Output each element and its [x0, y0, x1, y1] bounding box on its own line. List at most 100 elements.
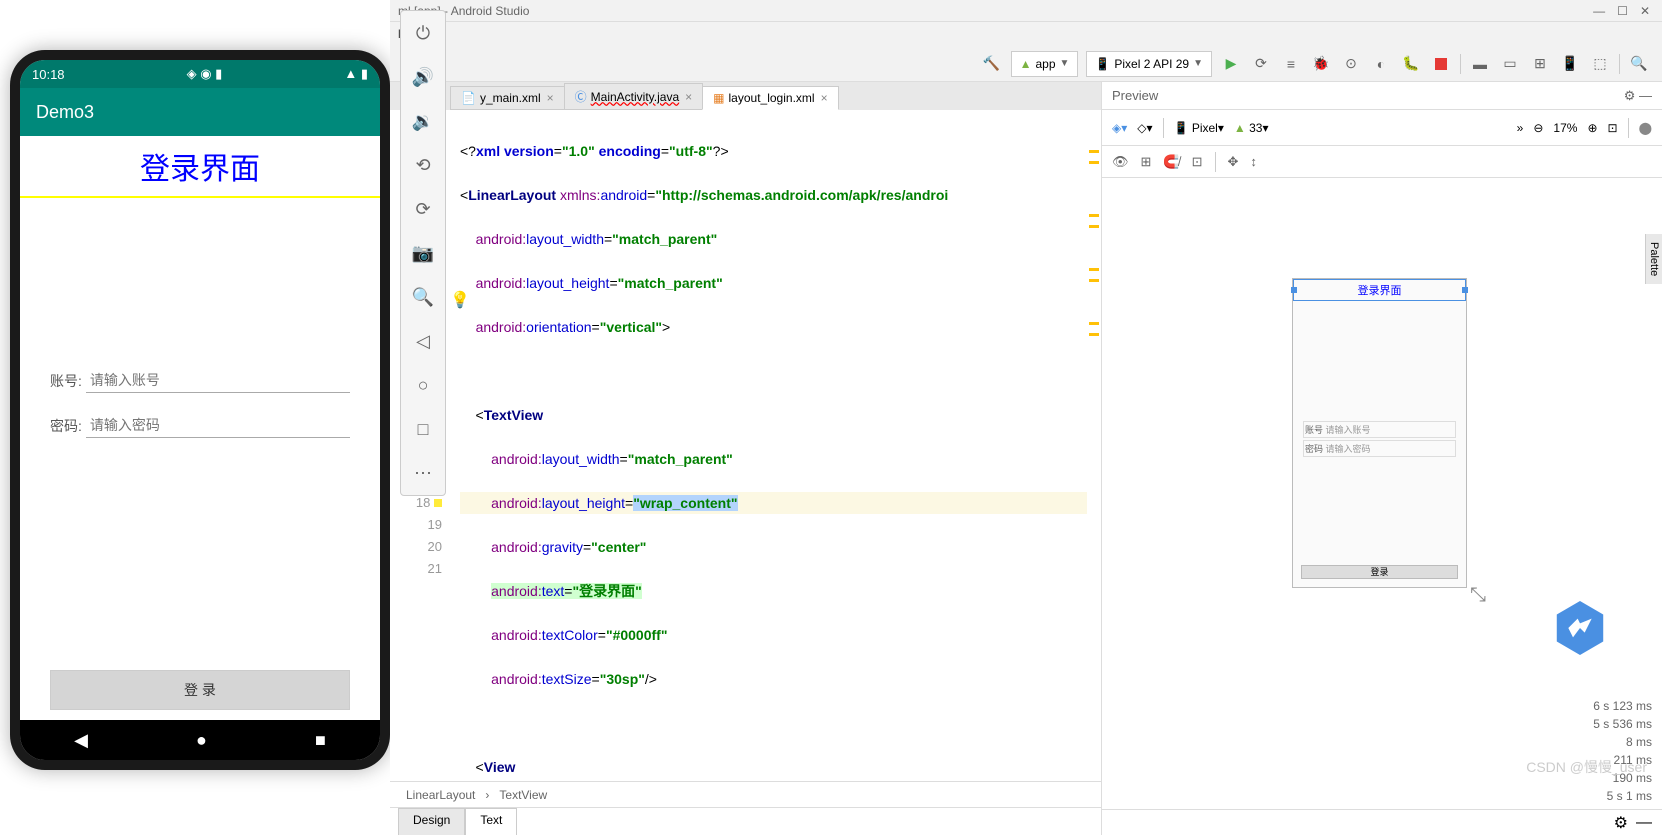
autoconnect-icon[interactable]: 🧲̸ [1163, 154, 1179, 170]
camera-icon[interactable]: 📷 [409, 239, 437, 267]
tab-label: y_main.xml [480, 91, 541, 105]
module-dropdown[interactable]: ▲ app ▼ [1011, 51, 1079, 77]
build-icon[interactable]: 🔨 [981, 53, 1003, 75]
back-icon[interactable]: ◀ [74, 730, 88, 751]
rotate-left-icon[interactable]: ⟲ [409, 151, 437, 179]
module-name: app [1035, 57, 1055, 71]
zoom-in-icon[interactable]: ⊕ [1587, 121, 1597, 135]
apply-changes-icon[interactable]: ⟳ [1250, 53, 1272, 75]
resource-manager-icon[interactable]: ⊞ [1529, 53, 1551, 75]
close-icon[interactable]: ✕ [1640, 4, 1650, 18]
java-icon: Ⓒ [575, 88, 587, 105]
gear-icon[interactable]: ⚙ [1614, 813, 1628, 833]
zoom-out-icon[interactable]: ⊖ [1533, 121, 1543, 135]
tab-label: MainActivity.java [591, 90, 679, 104]
preview-title: Preview [1112, 88, 1158, 103]
preview-account-row: 账号 请输入账号 [1303, 421, 1456, 438]
bird-icon [1566, 614, 1594, 642]
status-icons-right: ▲ ▮ [344, 66, 368, 82]
app-title: Demo3 [36, 102, 94, 123]
phone-status-bar: 10:18 ◈ ◉ ▮ ▲ ▮ [20, 60, 380, 88]
gear-icon[interactable]: ⚙ [1624, 88, 1636, 103]
avd-manager-icon[interactable]: ▬ [1469, 53, 1491, 75]
rotate-right-icon[interactable]: ⟳ [409, 195, 437, 223]
preview-toolbar: ◈▾ ◇▾ 📱 Pixel▾ ▲ 33▾ » ⊖ 17% ⊕ ⊡ ⬤ [1102, 110, 1662, 146]
login-button[interactable]: 登 录 [50, 670, 350, 710]
resize-handle-icon[interactable]: ⤡ [1470, 584, 1486, 607]
blueprint-icon[interactable]: ⊞ [1141, 154, 1152, 170]
tab-layout-login[interactable]: ▦ layout_login.xml × [702, 86, 838, 110]
preview-canvas[interactable]: Palette 登录界面 账号 请输入账号 密码 请输入密码 登录 ⤡ [1102, 178, 1662, 809]
recent-icon[interactable]: ■ [315, 730, 326, 751]
run-icon[interactable]: ▶ [1220, 53, 1242, 75]
breadcrumb-item[interactable]: LinearLayout [406, 788, 475, 802]
preview-login-title[interactable]: 登录界面 [1293, 279, 1466, 301]
overview-nav-icon[interactable]: □ [409, 415, 437, 443]
tab-main-activity[interactable]: Ⓒ MainActivity.java × [564, 83, 704, 110]
preview-password-row: 密码 请输入密码 [1303, 440, 1456, 457]
close-icon[interactable]: × [685, 90, 692, 104]
preview-panel: Preview ⚙ — ◈▾ ◇▾ 📱 Pixel▾ ▲ 33▾ » ⊖ 17%… [1102, 82, 1662, 835]
expand-icon[interactable]: ↕ [1250, 154, 1257, 169]
device-explorer-icon[interactable]: ⬚ [1589, 53, 1611, 75]
timing-item: 5 s 536 ms [1593, 715, 1652, 733]
volume-up-icon[interactable]: 🔊 [409, 63, 437, 91]
tab-activity-main[interactable]: 📄 y_main.xml × [450, 86, 565, 110]
stop-icon[interactable] [1430, 53, 1452, 75]
coverage-icon[interactable]: ◐ [1370, 53, 1392, 75]
code-editor[interactable]: 18 19 20 21 💡 <?xml version="1.0" encodi… [390, 110, 1101, 781]
intention-bulb-icon[interactable]: 💡 [450, 290, 470, 310]
maximize-icon[interactable]: ☐ [1617, 4, 1628, 18]
close-icon[interactable]: × [547, 91, 554, 105]
profile-icon[interactable]: ⊙ [1340, 53, 1362, 75]
volume-down-icon[interactable]: 🔉 [409, 107, 437, 135]
sdk-manager-icon[interactable]: ▭ [1499, 53, 1521, 75]
layout-inspector-icon[interactable]: 📱 [1559, 53, 1581, 75]
account-label: 账号: [50, 371, 82, 391]
home-icon[interactable]: ● [196, 730, 207, 751]
zoom-fit-icon[interactable]: ⊡ [1608, 121, 1618, 135]
debug-icon[interactable]: 🐞 [1310, 53, 1332, 75]
error-stripe[interactable] [1087, 110, 1101, 781]
device-dropdown[interactable]: 📱 Pixel 2 API 29 ▼ [1086, 51, 1212, 77]
home-nav-icon[interactable]: ○ [409, 371, 437, 399]
timing-list: 6 s 123 ms 5 s 536 ms 8 ms 211 ms 190 ms… [1593, 697, 1652, 805]
tab-label: layout_login.xml [729, 91, 815, 105]
preview-toolbar-secondary: 👁 ⊞ 🧲̸ ⊡ ✥ ↕ [1102, 146, 1662, 178]
power-icon[interactable]: ⏻ [409, 19, 437, 47]
more-icon[interactable]: ⋯ [409, 459, 437, 487]
api-select[interactable]: ▲ 33▾ [1234, 121, 1269, 135]
minimize-panel-icon[interactable]: — [1639, 88, 1652, 103]
apply-code-icon[interactable]: ≡ [1280, 53, 1302, 75]
text-tab[interactable]: Text [465, 808, 517, 835]
preview-form: 账号 请输入账号 密码 请输入密码 [1293, 421, 1466, 457]
pan-icon[interactable]: ✥ [1228, 154, 1239, 170]
chevron-down-icon: ▼ [1060, 58, 1070, 69]
palette-tab[interactable]: Palette [1645, 234, 1662, 284]
editor-tabs: 📄 y_main.xml × Ⓒ MainActivity.java × ▦ l… [390, 82, 1101, 110]
search-icon[interactable]: 🔍 [1628, 53, 1650, 75]
code-content[interactable]: <?xml version="1.0" encoding="utf-8"?> <… [450, 110, 1087, 781]
minimize-icon[interactable]: — [1593, 4, 1605, 18]
account-input[interactable] [86, 368, 350, 393]
surface-icon[interactable]: ◈▾ [1112, 121, 1127, 135]
breadcrumb-item[interactable]: TextView [499, 788, 547, 802]
chevron-down-icon: ▼ [1193, 58, 1203, 69]
overflow-icon[interactable]: » [1517, 121, 1524, 135]
back-nav-icon[interactable]: ◁ [409, 327, 437, 355]
password-input[interactable] [86, 413, 350, 438]
design-tab[interactable]: Design [398, 808, 465, 835]
attach-debugger-icon[interactable]: 🐛 [1400, 53, 1422, 75]
separator [1628, 118, 1629, 138]
timing-item: 5 s 1 ms [1593, 787, 1652, 805]
warnings-icon[interactable]: ⬤ [1639, 121, 1652, 135]
close-icon[interactable]: × [821, 91, 828, 105]
eye-icon[interactable]: 👁 [1112, 154, 1129, 170]
minimize-panel-icon[interactable]: — [1636, 814, 1652, 832]
device-select[interactable]: 📱 Pixel▾ [1174, 121, 1224, 135]
default-margins-icon[interactable]: ⊡ [1192, 154, 1203, 170]
preview-device[interactable]: 登录界面 账号 请输入账号 密码 请输入密码 登录 ⤡ [1292, 278, 1467, 588]
orientation-icon[interactable]: ◇▾ [1137, 121, 1152, 135]
emulator-frame: 10:18 ◈ ◉ ▮ ▲ ▮ Demo3 登录界面 账号: 密码: 登 录 ◀ [10, 50, 390, 770]
zoom-icon[interactable]: 🔍 [409, 283, 437, 311]
